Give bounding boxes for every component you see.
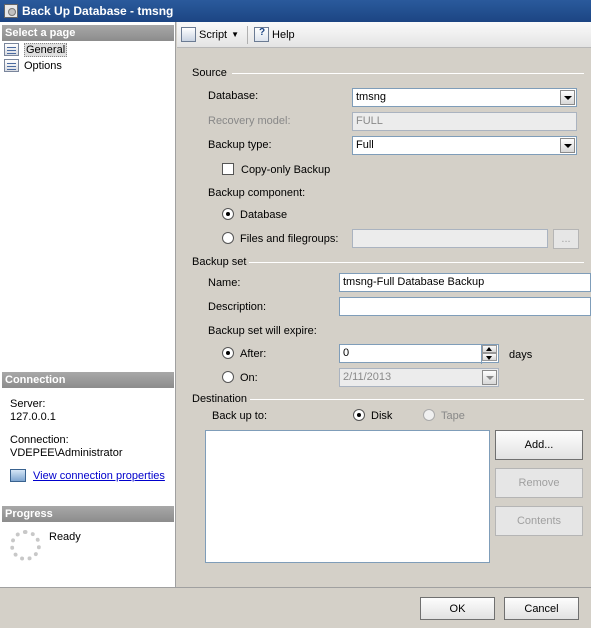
backup-name-field[interactable]: tmsng-Full Database Backup [339,273,591,292]
toolbar: Script ▼ Help [177,22,591,48]
back-up-to-label: Back up to: [212,410,268,422]
page-item-general[interactable]: General [4,42,68,57]
window-title: Back Up Database - tmsng [22,4,174,18]
expire-date-picker: 2/11/2013 [339,368,499,387]
dialog-button-bar: OK Cancel [0,587,591,628]
database-value: tmsng [356,91,386,103]
connection-header: Connection [2,372,174,388]
progress-header: Progress [2,506,174,522]
select-page-header: Select a page [2,25,174,41]
help-icon [254,27,270,42]
contents-button: Contents [495,506,583,536]
progress-status: Ready [49,531,81,543]
dropdown-arrow-icon[interactable] [560,138,575,153]
left-pane: Select a page General Options Connection… [0,22,176,587]
description-field[interactable] [339,297,591,316]
component-files-radio[interactable] [222,232,234,244]
backup-set-divider [249,262,584,263]
server-value: 127.0.0.1 [10,411,56,423]
source-header: Source [192,67,227,79]
connection-value: VDEPEE\Administrator [10,447,123,459]
backup-set-header: Backup set [192,256,247,268]
page-icon [4,43,19,56]
page-icon [4,59,19,72]
cancel-button[interactable]: Cancel [504,597,579,620]
backup-type-select[interactable]: Full [352,136,577,155]
dropdown-arrow-icon [482,370,497,385]
title-bar: Back Up Database - tmsng [0,0,591,22]
disk-label: Disk [371,410,393,422]
component-database-radio[interactable] [222,208,234,220]
browse-filegroups-button[interactable]: ... [553,229,579,249]
destination-header: Destination [192,393,248,405]
after-label: After: [240,348,267,360]
disk-radio[interactable] [353,409,365,421]
add-destination-button[interactable]: Add... [495,430,583,460]
filegroups-field [352,229,548,248]
general-page: Source Database: tmsng Recovery model: F… [177,49,591,587]
script-label: Script [199,28,228,41]
server-label: Server: [10,398,46,410]
expire-on-radio[interactable] [222,371,234,383]
backup-type-value: Full [356,139,374,151]
stepper-down-icon[interactable] [482,353,497,361]
tape-label: Tape [441,410,465,422]
expire-date-value: 2/11/2013 [343,371,392,383]
page-item-label: Options [24,59,62,72]
expire-days-field[interactable]: 0 [339,344,499,363]
expire-after-radio[interactable] [222,347,234,359]
connection-label: Connection: [10,434,69,446]
backup-component-label: Backup component: [208,187,306,199]
destination-list[interactable] [205,430,490,563]
database-label: Database: [208,90,259,102]
tape-radio [423,409,435,421]
script-button[interactable]: Script ▼ [181,27,239,42]
backup-type-label: Backup type: [208,139,272,151]
component-files-label: Files and filegroups: [240,233,339,245]
expire-label: Backup set will expire: [208,325,317,337]
recovery-model-label: Recovery model: [208,115,291,127]
chevron-down-icon[interactable]: ▼ [231,30,239,39]
on-label: On: [240,372,258,384]
days-label: days [509,349,533,361]
copy-only-label: Copy-only Backup [241,164,331,176]
connection-properties-icon [10,469,26,482]
stepper-up-icon[interactable] [482,345,497,353]
ok-button[interactable]: OK [420,597,495,620]
source-divider [232,73,584,74]
page-item-label: General [24,42,68,57]
database-select[interactable]: tmsng [352,88,577,107]
copy-only-checkbox[interactable] [222,163,234,175]
recovery-model-field: FULL [352,112,577,131]
component-database-label: Database [240,209,288,221]
script-icon [181,27,196,42]
database-backup-icon [4,4,18,18]
destination-divider [250,399,584,400]
remove-destination-button: Remove [495,468,583,498]
description-label: Description: [208,301,267,313]
page-item-options[interactable]: Options [4,58,62,73]
help-label: Help [272,28,295,41]
toolbar-separator [247,25,249,44]
help-button[interactable]: Help [254,27,295,42]
days-stepper[interactable] [481,345,497,364]
name-label: Name: [208,277,241,289]
view-connection-properties-link[interactable]: View connection properties [33,470,165,482]
dropdown-arrow-icon[interactable] [560,90,575,105]
view-connection-row: View connection properties [10,469,165,482]
progress-spinner-icon [10,530,41,561]
